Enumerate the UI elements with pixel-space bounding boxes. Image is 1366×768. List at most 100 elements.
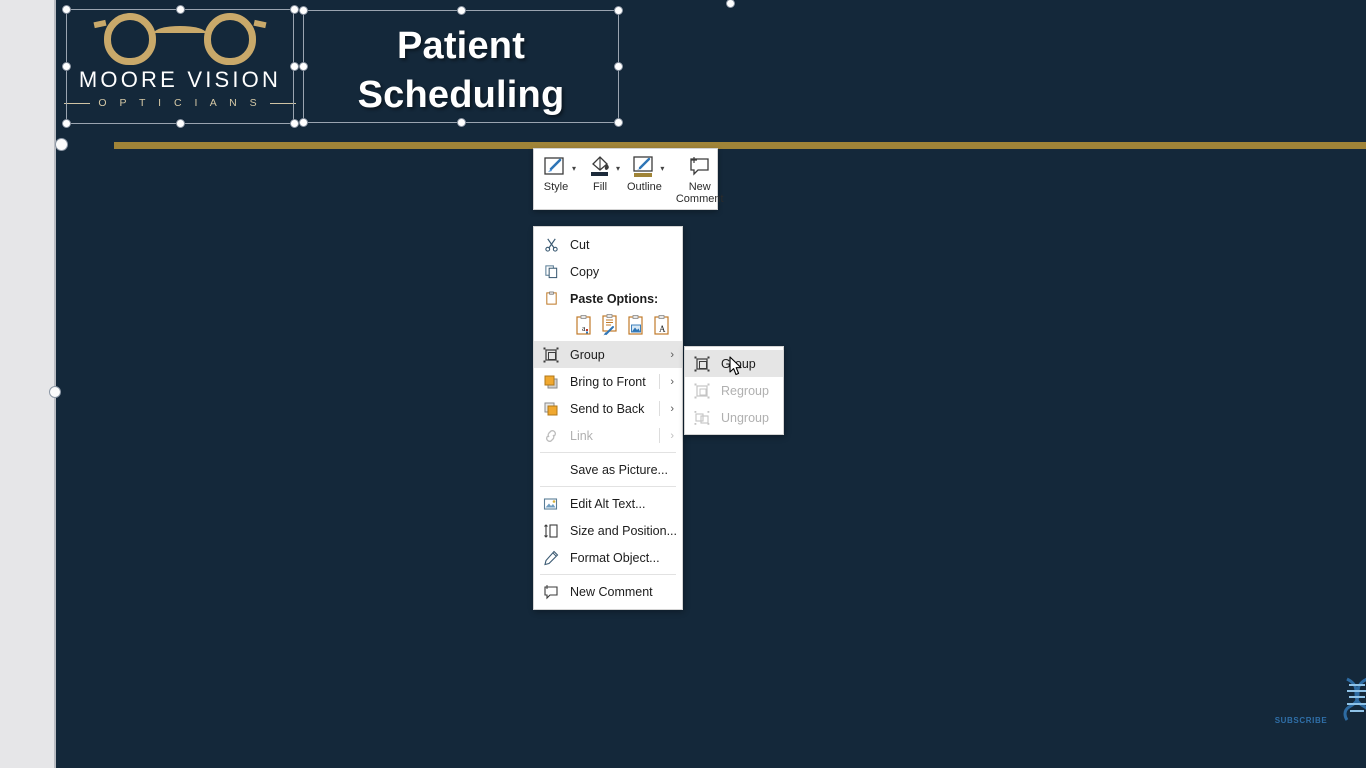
title-handle-tr[interactable]	[614, 6, 623, 15]
title-handle-tl[interactable]	[299, 6, 308, 15]
title-handle-ml[interactable]	[299, 62, 308, 71]
send-to-back-icon	[540, 400, 562, 418]
submenu-label: Ungroup	[721, 410, 769, 425]
context-menu-item-edit-alt-text[interactable]: Edit Alt Text...	[534, 490, 682, 517]
context-menu-separator	[540, 486, 676, 487]
keep-text-only-icon[interactable]: A	[652, 314, 672, 336]
brand-subtitle-row: O P T I C I A N S	[64, 97, 296, 109]
regroup-icon	[691, 382, 713, 400]
title-handle-br[interactable]	[614, 118, 623, 127]
use-destination-theme-icon[interactable]: a	[574, 314, 594, 336]
mini-toolbar-new-comment-button[interactable]: New Comment	[671, 149, 729, 209]
new-comment-icon	[683, 154, 717, 180]
context-menu-label: Cut	[570, 237, 590, 252]
gold-divider-line[interactable]	[114, 142, 1366, 149]
brand-name: MOORE VISION	[78, 67, 282, 92]
powerpoint-slide-editor: SUBSCRIBE MOORE VISION O P T I C I A N S…	[0, 0, 1366, 768]
group-icon	[691, 355, 713, 373]
mini-toolbar-outline-button[interactable]: ▾ Outline	[622, 149, 667, 209]
submenu-item-regroup: Regroup	[685, 377, 783, 404]
context-menu[interactable]: Cut Copy Paste Options: a A Group › Brin…	[533, 226, 683, 610]
context-menu-separator	[540, 574, 676, 575]
chevron-down-icon[interactable]: ▾	[572, 164, 576, 173]
copy-icon	[540, 263, 562, 281]
context-menu-label: Paste Options:	[570, 291, 659, 306]
chevron-right-icon: ›	[670, 429, 674, 442]
context-menu-item-group[interactable]: Group ›	[534, 341, 682, 368]
logo-handle-tc[interactable]	[176, 5, 185, 14]
alt-text-icon	[540, 495, 562, 513]
chevron-right-icon: ›	[670, 402, 674, 415]
logo-handle-ml[interactable]	[62, 62, 71, 71]
group-icon	[540, 346, 562, 364]
mini-toolbar-outline-label: Outline	[627, 181, 662, 193]
context-menu-label: Save as Picture...	[570, 462, 668, 477]
eyeglasses-icon	[93, 13, 267, 65]
logo-handle-mr[interactable]	[290, 62, 299, 71]
shape-selection-handle-left[interactable]	[49, 386, 61, 398]
group-submenu[interactable]: Group Regroup Ungroup	[684, 346, 784, 435]
scissors-icon	[540, 236, 562, 254]
context-menu-item-save-as-picture[interactable]: Save as Picture...	[534, 456, 682, 483]
paste-options-row[interactable]: a A	[534, 312, 682, 341]
context-menu-label: Format Object...	[570, 550, 660, 565]
chevron-down-icon[interactable]: ▾	[616, 164, 620, 173]
title-textbox[interactable]: Patient Scheduling	[303, 10, 619, 123]
mini-toolbar-style-label: Style	[543, 181, 569, 193]
context-menu-item-link: Link ›	[534, 422, 682, 449]
logo-handle-tr[interactable]	[290, 5, 299, 14]
menu-arrow-divider	[659, 428, 660, 443]
slide-left-edge	[54, 0, 56, 768]
link-icon	[540, 427, 562, 445]
svg-text:A: A	[659, 324, 666, 334]
chevron-down-icon[interactable]: ▾	[660, 164, 664, 173]
context-menu-label: New Comment	[570, 584, 653, 599]
logo-handle-bc[interactable]	[176, 119, 185, 128]
menu-arrow-divider	[659, 401, 660, 416]
title-handle-bl[interactable]	[299, 118, 308, 127]
brand-rule-right	[269, 102, 296, 104]
keep-source-formatting-icon[interactable]	[600, 314, 620, 336]
submenu-label: Group	[721, 356, 756, 371]
page-title: Patient Scheduling	[357, 25, 565, 116]
menu-arrow-divider	[659, 374, 660, 389]
context-menu-item-send-to-back[interactable]: Send to Back ›	[534, 395, 682, 422]
line-selection-handle[interactable]	[55, 138, 68, 151]
svg-text:a: a	[582, 324, 586, 333]
chevron-right-icon: ›	[670, 348, 674, 361]
style-icon: ▾	[539, 154, 576, 180]
context-menu-label: Size and Position...	[570, 523, 678, 538]
context-menu-label: Copy	[570, 264, 600, 279]
context-menu-separator	[540, 452, 676, 453]
empty-icon-slot	[540, 461, 562, 479]
mini-toolbar[interactable]: ▾ Style ▾ Fill ▾ Outline New Comment	[533, 148, 724, 210]
title-handle-bc[interactable]	[457, 118, 466, 127]
mini-toolbar-style-button[interactable]: ▾ Style	[534, 149, 578, 209]
submenu-item-group[interactable]: Group	[685, 350, 783, 377]
submenu-label: Regroup	[721, 383, 769, 398]
chevron-right-icon: ›	[670, 375, 674, 388]
logo-handle-bl[interactable]	[62, 119, 71, 128]
context-menu-item-new-comment[interactable]: New Comment	[534, 578, 682, 605]
picture-icon[interactable]	[626, 314, 646, 336]
logo-handle-br[interactable]	[290, 119, 299, 128]
subscribe-label: SUBSCRIBE	[1274, 716, 1328, 725]
context-menu-item-format-object[interactable]: Format Object...	[534, 544, 682, 571]
context-menu-label: Group	[570, 347, 605, 362]
title-handle-mr[interactable]	[614, 62, 623, 71]
context-menu-item-cut[interactable]: Cut	[534, 231, 682, 258]
clipboard-icon	[540, 290, 562, 308]
outline-pen-icon: ▾	[627, 154, 664, 180]
logo-group[interactable]: MOORE VISION O P T I C I A N S	[64, 9, 296, 124]
mini-toolbar-new-comment-label: New Comment	[675, 181, 724, 205]
size-position-icon	[540, 522, 562, 540]
context-menu-item-bring-to-front[interactable]: Bring to Front ›	[534, 368, 682, 395]
brand-rule-left	[64, 102, 91, 104]
context-menu-item-size-and-position[interactable]: Size and Position...	[534, 517, 682, 544]
logo-handle-tl[interactable]	[62, 5, 71, 14]
context-menu-item-copy[interactable]: Copy	[534, 258, 682, 285]
context-menu-label: Link	[570, 428, 593, 443]
bring-to-front-icon	[540, 373, 562, 391]
mini-toolbar-fill-button[interactable]: ▾ Fill	[578, 149, 622, 209]
title-handle-tc[interactable]	[457, 6, 466, 15]
